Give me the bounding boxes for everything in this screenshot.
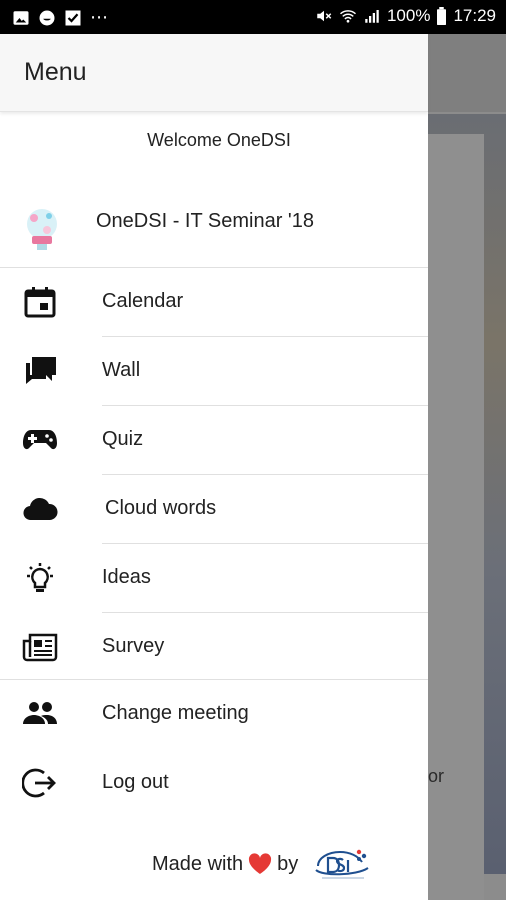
people-icon — [23, 702, 57, 724]
face-icon — [39, 10, 55, 25]
heart-icon — [249, 853, 272, 874]
event-name: OneDSI - IT Seminar '18 — [96, 210, 314, 232]
calendar-icon — [24, 287, 56, 318]
more-icon: ⋯ — [90, 7, 109, 27]
menu-item-label: Quiz — [102, 428, 144, 450]
image-icon — [13, 10, 29, 25]
wifi-icon — [339, 10, 356, 23]
battery-percent: 100% — [386, 6, 431, 25]
drawer-title: Menu — [24, 58, 87, 86]
newspaper-icon — [22, 633, 58, 662]
background-toolbar — [428, 34, 506, 112]
background-text: or — [428, 766, 445, 786]
cloud-icon — [23, 497, 58, 521]
navigation-drawer: Menu Welcome OneDSI OneDSI - IT Seminar … — [0, 34, 428, 900]
menu-item-label: Survey — [102, 635, 165, 657]
menu-item-label: Ideas — [102, 566, 151, 588]
menu-item-survey[interactable]: Survey — [0, 613, 428, 681]
menu-item-cloud-words[interactable]: Cloud words — [0, 475, 428, 543]
menu-item-wall[interactable]: Wall — [0, 337, 428, 405]
status-bar: ⋯ 100% 17:29 — [0, 0, 506, 34]
by-text: by — [277, 852, 299, 875]
welcome-text: Welcome OneDSI — [147, 130, 291, 150]
lightbulb-icon — [27, 563, 53, 592]
menu-item-quiz[interactable]: Quiz — [0, 406, 428, 474]
menu-item-change-meeting[interactable]: Change meeting — [0, 680, 428, 748]
battery-icon — [437, 7, 447, 25]
footer-credit: Made with by — [152, 844, 374, 884]
check-icon — [65, 10, 81, 25]
dimmed-background[interactable]: or — [428, 34, 506, 900]
menu-item-calendar[interactable]: Calendar — [0, 268, 428, 336]
menu-item-label: Change meeting — [102, 702, 249, 724]
menu-item-label: Wall — [102, 359, 141, 381]
gamepad-icon — [23, 430, 57, 450]
clock: 17:29 — [453, 6, 496, 25]
menu-item-log-out[interactable]: Log out — [0, 749, 428, 817]
event-logo-icon — [27, 209, 57, 250]
system-status: 100% 17:29 — [315, 6, 496, 26]
made-with-text: Made with — [152, 852, 244, 875]
current-event[interactable]: OneDSI - IT Seminar '18 — [0, 194, 428, 268]
menu-item-label: Log out — [102, 771, 169, 793]
logout-icon — [22, 768, 56, 798]
notification-icons: ⋯ — [12, 7, 109, 28]
drawer-header: Menu — [0, 34, 428, 112]
dsi-logo — [315, 849, 369, 879]
menu-item-label: Cloud words — [105, 497, 217, 519]
chat-icon — [24, 357, 56, 384]
signal-icon — [365, 10, 379, 23]
menu-item-label: Calendar — [102, 290, 184, 312]
mute-icon — [317, 10, 332, 22]
menu-item-ideas[interactable]: Ideas — [0, 544, 428, 612]
